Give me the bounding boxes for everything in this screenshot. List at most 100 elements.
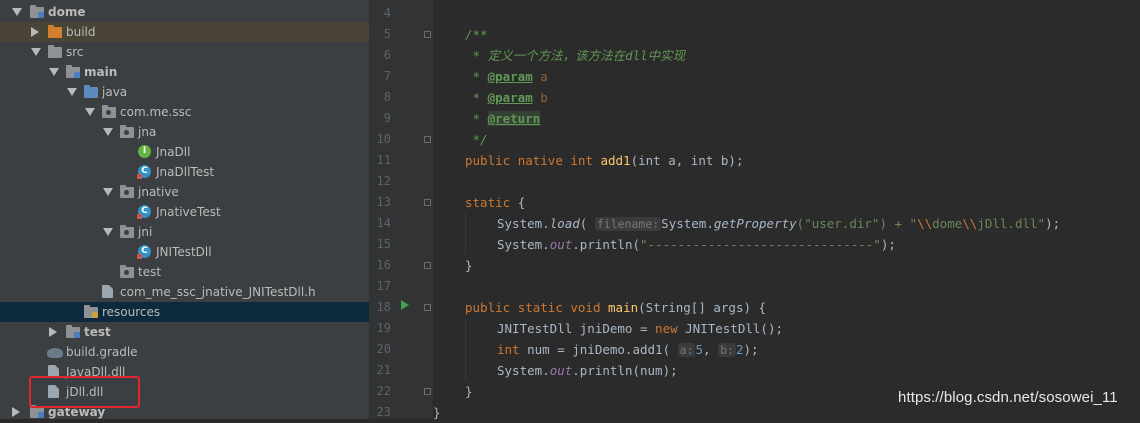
code-token: System. — [497, 237, 550, 252]
code-line-19: JNITestDll jniDemo = new JNITestDll(); — [497, 318, 783, 339]
line-number: 15 — [376, 237, 391, 251]
chevron-down-icon[interactable] — [103, 128, 113, 136]
tree-item-jni[interactable]: jni — [0, 222, 369, 242]
tree-item-jnitestdll[interactable]: C JNITestDll — [0, 242, 369, 262]
code-line-21: System.out.println(num); — [497, 360, 678, 381]
module-folder-icon — [66, 65, 80, 78]
comment-text: /** — [465, 27, 488, 42]
tree-item-jnative[interactable]: jnative — [0, 182, 369, 202]
string-literal: " — [909, 216, 918, 231]
fold-marker-icon[interactable] — [424, 31, 431, 38]
method-call: getProperty — [713, 216, 797, 231]
chevron-down-icon[interactable] — [49, 68, 59, 76]
module-folder-icon — [30, 405, 44, 418]
code-token: .println( — [572, 237, 640, 252]
string-literal: ("user.dir") + — [796, 216, 910, 231]
tree-item-com-me-ssc[interactable]: com.me.ssc — [0, 102, 369, 122]
chevron-right-icon[interactable] — [31, 27, 39, 37]
tree-item-test[interactable]: test — [0, 322, 369, 342]
javadoc-tag: @param — [487, 69, 533, 84]
code-line-13: static { — [465, 192, 525, 213]
line-number: 12 — [376, 174, 391, 188]
package-icon — [120, 185, 134, 198]
chevron-down-icon[interactable] — [67, 88, 77, 96]
param-name: b — [540, 90, 548, 105]
tree-item-build-gradle[interactable]: build.gradle — [0, 342, 369, 362]
fold-marker-icon[interactable] — [424, 136, 431, 143]
line-number: 13 — [376, 195, 391, 209]
line-number: 16 — [376, 258, 391, 272]
run-icon[interactable] — [401, 300, 409, 310]
javadoc-tag: @return — [487, 111, 541, 126]
static-field: out — [549, 363, 573, 378]
code-line-16: } — [465, 255, 473, 276]
package-icon — [120, 265, 134, 278]
param-name: a — [540, 69, 548, 84]
tree-item-java[interactable]: java — [0, 82, 369, 102]
escape-sequence: \\ — [917, 216, 933, 231]
line-number: 19 — [376, 321, 391, 335]
tree-item-label: dome — [48, 5, 86, 19]
tree-item-com-me-ssc-jnative-jnitestdll-h[interactable]: com_me_ssc_jnative_JNITestDll.h — [0, 282, 369, 302]
fold-marker-icon[interactable] — [424, 304, 431, 311]
code-token: , — [703, 342, 719, 357]
fold-marker-icon[interactable] — [424, 262, 431, 269]
line-number: 22 — [376, 384, 391, 398]
chevron-right-icon[interactable] — [49, 327, 57, 337]
line-number: 18 — [376, 300, 391, 314]
code-line-10: */ — [465, 129, 488, 150]
string-literal: jDll.dll — [977, 216, 1038, 231]
tree-item-label: jni — [138, 225, 153, 239]
fold-marker-icon[interactable] — [424, 199, 431, 206]
brace: { — [517, 195, 526, 210]
tree-item-label: build — [66, 25, 96, 39]
chevron-right-icon[interactable] — [12, 407, 20, 417]
tree-item-main[interactable]: main — [0, 62, 369, 82]
package-icon — [120, 225, 134, 238]
method-call: load — [549, 216, 580, 231]
method-name: add1 — [600, 153, 631, 168]
line-number: 11 — [376, 153, 391, 167]
tree-item-dome[interactable]: dome — [0, 2, 369, 22]
code-line-9: * @return — [465, 108, 541, 129]
line-number: 14 — [376, 216, 391, 230]
chevron-down-icon[interactable] — [103, 188, 113, 196]
keyword: void — [570, 300, 601, 315]
fold-marker-icon[interactable] — [424, 388, 431, 395]
highlight-annotation-box — [29, 376, 140, 408]
code-token: JNITestDll jniDemo = — [497, 321, 656, 336]
tree-item-label: src — [66, 45, 84, 59]
parameter-hint: b: — [718, 343, 736, 357]
brace: } — [465, 258, 473, 273]
line-number: 7 — [383, 69, 391, 83]
code-token: ); — [1045, 216, 1061, 231]
tree-item-jna[interactable]: jna — [0, 122, 369, 142]
tree-item-build[interactable]: build — [0, 22, 369, 42]
indent-guide — [465, 318, 466, 381]
tree-item-resources[interactable]: resources — [0, 302, 369, 322]
keyword: int — [570, 153, 593, 168]
package-icon — [102, 105, 116, 118]
chevron-down-icon[interactable] — [103, 228, 113, 236]
tree-item-jnadll[interactable]: I JnaDll — [0, 142, 369, 162]
chevron-down-icon[interactable] — [85, 108, 95, 116]
tree-item-label: JNITestDll — [156, 245, 212, 259]
line-number: 8 — [383, 90, 391, 104]
tree-item-jnadlltest[interactable]: C JnaDllTest — [0, 162, 369, 182]
tree-item-label: resources — [102, 305, 161, 319]
comment-text: */ — [465, 132, 488, 147]
brace: } — [465, 384, 473, 399]
tree-item-test[interactable]: test — [0, 262, 369, 282]
tree-item-label: JnaDll — [156, 145, 191, 159]
interface-icon: I — [138, 145, 151, 158]
parameter-hint: a: — [677, 343, 696, 357]
tree-item-jnativetest[interactable]: C JnativeTest — [0, 202, 369, 222]
tree-item-src[interactable]: src — [0, 42, 369, 62]
escape-sequence: \\ — [962, 216, 978, 231]
class-icon: C — [137, 205, 151, 219]
code-line-15: System.out.println("--------------------… — [497, 234, 896, 255]
keyword: new — [655, 321, 678, 336]
chevron-down-icon[interactable] — [31, 48, 41, 56]
method-signature: (int a, int b); — [630, 153, 744, 168]
chevron-down-icon[interactable] — [12, 8, 22, 16]
